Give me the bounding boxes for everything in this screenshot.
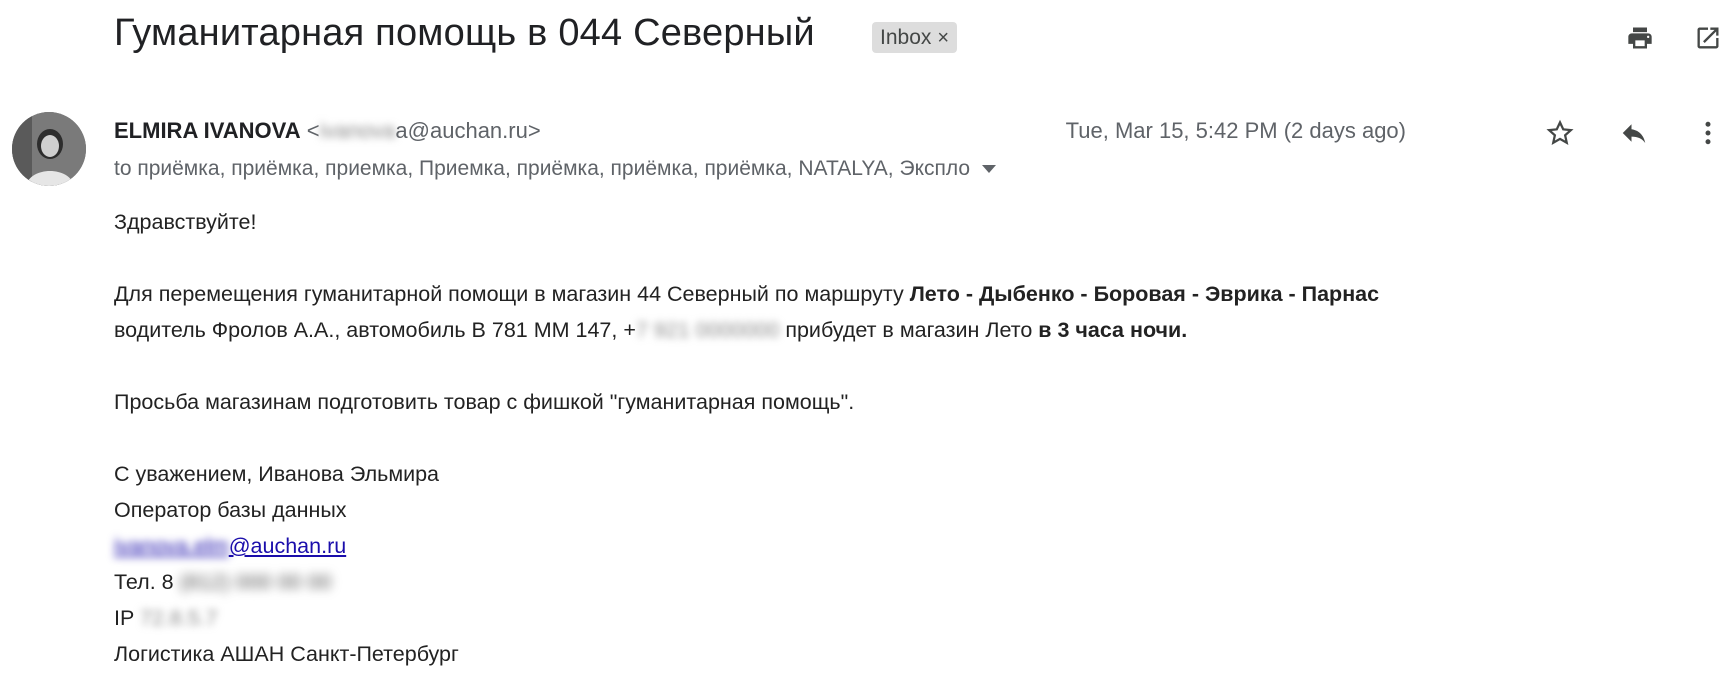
- sender-email-domain: a@auchan.ru>: [395, 118, 541, 143]
- arrival-text: прибудет в магазин Лето: [779, 318, 1039, 342]
- more-vert-icon[interactable]: [1688, 113, 1728, 153]
- message-date: Tue, Mar 15, 5:42 PM (2 days ago): [1065, 118, 1406, 143]
- sender-avatar[interactable]: [12, 112, 86, 186]
- open-in-new-window-icon[interactable]: [1690, 20, 1726, 56]
- signature-email-redacted[interactable]: ivanova.elm: [114, 534, 229, 558]
- inbox-label-chip: Inbox ×: [872, 22, 958, 53]
- sender-email[interactable]: <ivanovaa@auchan.ru>: [307, 118, 541, 143]
- message-body: Здравствуйте! Для перемещения гуманитарн…: [114, 204, 1614, 672]
- email-subject: Гуманитарная помощь в 044 Северный: [114, 12, 815, 54]
- chevron-down-icon[interactable]: [982, 165, 997, 173]
- arrival-time: в 3 часа ночи.: [1038, 318, 1188, 342]
- body-paragraph-route: Для перемещения гуманитарной помощи в ма…: [114, 276, 1614, 312]
- inbox-label-text: Inbox: [880, 26, 932, 49]
- signature-position: Оператор базы данных: [114, 498, 347, 522]
- sender-name[interactable]: ELMIRA IVANOVA: [114, 118, 301, 143]
- signature-phone-redacted: (812) 000 00 00: [179, 570, 332, 594]
- sender-line: ELMIRA IVANOVA <ivanovaa@auchan.ru>: [114, 118, 541, 144]
- signature-company: Логистика АШАН Санкт-Петербург: [114, 642, 459, 666]
- signature-ip-label: IP: [114, 606, 140, 630]
- signature-email-link[interactable]: @auchan.ru: [229, 534, 346, 558]
- star-icon[interactable]: [1540, 113, 1580, 153]
- signature-ip: IP 72.8.5.7: [114, 600, 1614, 636]
- greeting: Здравствуйте!: [114, 210, 257, 234]
- print-icon[interactable]: [1622, 20, 1658, 56]
- driver-info: водитель Фролов А.А., автомобиль В 781 М…: [114, 318, 636, 342]
- request-text: Просьба магазинам подготовить товар с фи…: [114, 390, 855, 414]
- signature-phone: Тел. 8 (812) 000 00 00: [114, 564, 1614, 600]
- signature-ip-redacted: 72.8.5.7: [139, 606, 218, 630]
- signature-phone-label: Тел. 8: [114, 570, 180, 594]
- reply-icon[interactable]: [1614, 113, 1654, 153]
- recipients-list: to приёмка, приёмка, приемка, Приемка, п…: [114, 157, 971, 180]
- signature-email[interactable]: ivanova.elm@auchan.ru: [114, 528, 1614, 564]
- signature-regards: С уважением, Иванова Эльмира: [114, 462, 440, 486]
- remove-label-button[interactable]: ×: [937, 27, 949, 49]
- body-paragraph-driver: водитель Фролов А.А., автомобиль В 781 М…: [114, 312, 1614, 348]
- recipients-line: to приёмка, приёмка, приемка, Приемка, п…: [114, 157, 997, 181]
- route-intro: Для перемещения гуманитарной помощи в ма…: [114, 282, 910, 306]
- route-stops: Лето - Дыбенко - Боровая - Эврика - Парн…: [909, 282, 1380, 306]
- driver-phone-redacted: 7 921 0000000: [635, 318, 780, 342]
- sender-email-redacted: ivanova: [319, 118, 396, 143]
- sender-email-open: <: [306, 118, 320, 143]
